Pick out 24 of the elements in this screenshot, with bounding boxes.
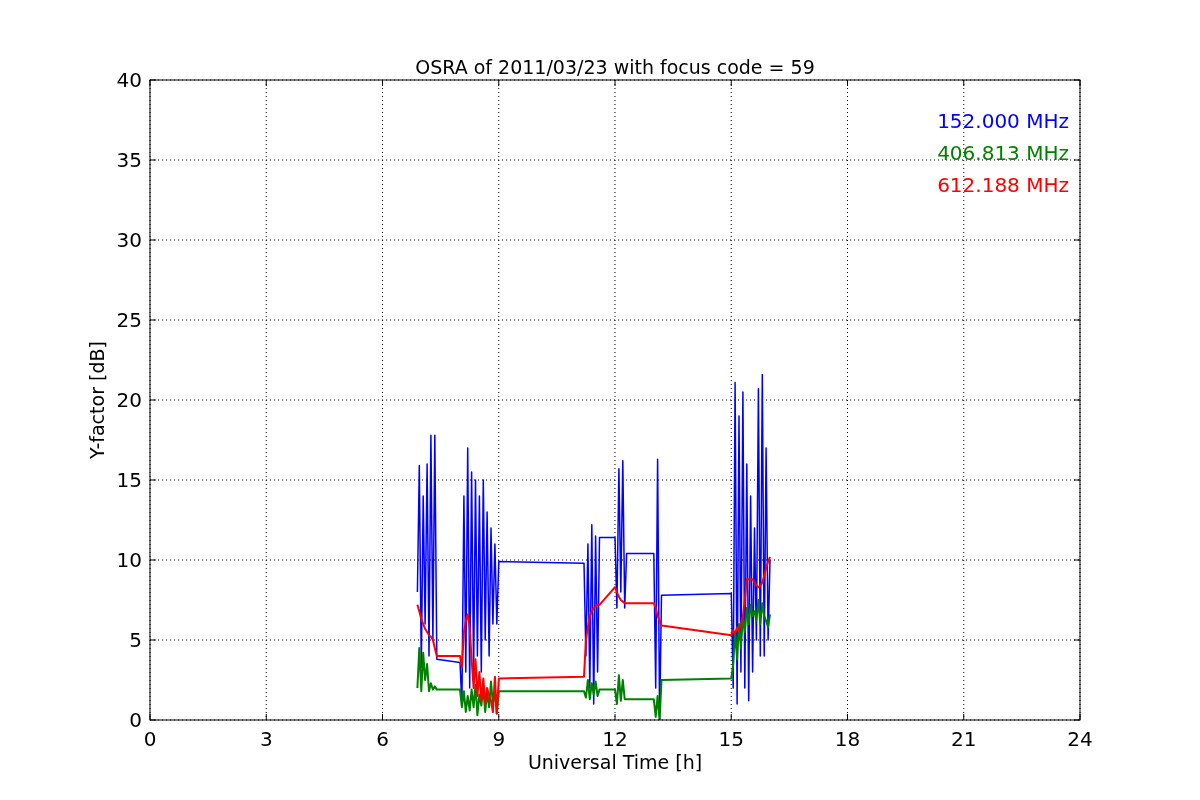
legend-label: 406.813 MHz (937, 141, 1069, 165)
tick-label: 3 (259, 727, 273, 751)
y-axis-label: Y-factor [dB] (86, 341, 108, 459)
tick-label: 40 (116, 68, 142, 92)
tick-label: 18 (834, 727, 861, 751)
legend-label: 152.000 MHz (937, 109, 1069, 133)
legend-label: 612.188 MHz (937, 173, 1069, 197)
tick-label: 6 (376, 727, 389, 751)
tick-label: 25 (116, 308, 142, 332)
tick-label: 15 (718, 727, 744, 751)
tick-label: 10 (116, 548, 142, 572)
tick-label: 20 (116, 388, 142, 412)
tick-label: 24 (1067, 727, 1093, 751)
tick-label: 0 (129, 708, 142, 732)
tick-label: 9 (492, 727, 506, 751)
tick-label: 35 (116, 148, 142, 172)
tick-label: 12 (602, 727, 628, 751)
tick-label: 30 (116, 228, 142, 252)
tick-label: 21 (951, 727, 977, 751)
tick-label: 5 (129, 628, 142, 652)
tick-label: 15 (116, 468, 142, 492)
chart-title: OSRA of 2011/03/23 with focus code = 59 (415, 56, 815, 78)
x-axis-label: Universal Time [h] (527, 751, 703, 773)
tick-label: 0 (143, 727, 157, 751)
